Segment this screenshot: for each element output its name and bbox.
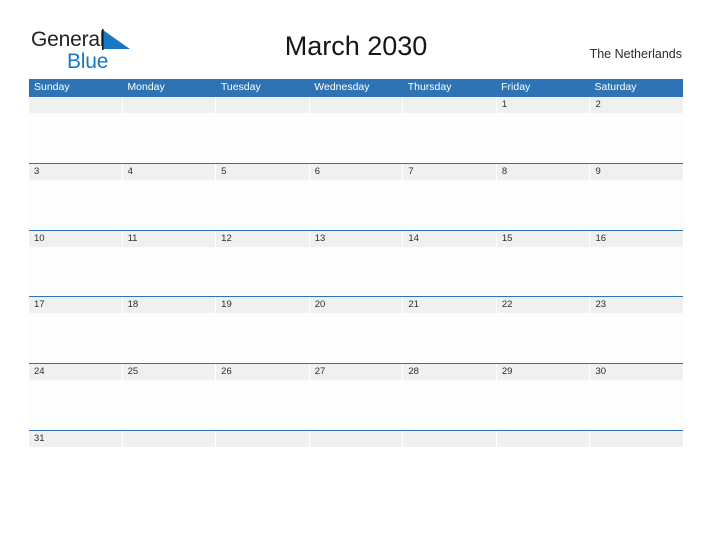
week-row: 24 25 26 27 28 29 30 <box>29 363 684 431</box>
weekday-header-thursday: Thursday <box>407 81 452 93</box>
weekday-header-monday: Monday <box>127 81 165 93</box>
week-row: 1 2 <box>29 96 684 163</box>
day-cell[interactable]: 9 <box>589 163 684 180</box>
date-strip: 3 4 5 6 7 8 9 <box>29 163 684 180</box>
day-cell[interactable]: 6 <box>308 163 403 180</box>
day-cell[interactable] <box>589 430 684 447</box>
day-cell[interactable]: 30 <box>589 364 684 381</box>
weekday-header-sunday: Sunday <box>34 81 70 93</box>
week-notes-area[interactable] <box>29 313 683 364</box>
day-cell[interactable]: 11 <box>121 230 216 247</box>
day-cell[interactable] <box>215 430 309 447</box>
day-cell[interactable]: 31 <box>29 430 122 447</box>
day-cell[interactable]: 7 <box>402 163 496 180</box>
weekday-header-row: Sunday Monday Tuesday Wednesday Thursday… <box>29 79 683 96</box>
date-strip: 24 25 26 27 28 29 30 <box>29 364 684 381</box>
week-row: 31 <box>29 429 684 454</box>
day-cell[interactable]: 8 <box>495 163 590 180</box>
day-cell[interactable]: 27 <box>308 364 403 381</box>
weekday-header-friday: Friday <box>501 81 531 93</box>
day-cell[interactable]: 16 <box>589 230 684 247</box>
week-notes-area[interactable] <box>29 113 683 163</box>
day-cell[interactable]: 5 <box>215 163 309 180</box>
weekday-header-saturday: Saturday <box>594 81 637 93</box>
day-cell[interactable]: 25 <box>121 364 216 381</box>
weekday-header-wednesday: Wednesday <box>314 81 370 93</box>
day-cell[interactable]: 18 <box>121 297 216 314</box>
day-cell[interactable]: 4 <box>121 163 216 180</box>
week-notes-area[interactable] <box>29 179 683 230</box>
day-cell[interactable] <box>215 97 309 113</box>
region-label: The Netherlands <box>589 47 682 61</box>
weekday-header-tuesday: Tuesday <box>220 81 261 93</box>
page-header: General Blue March 2030 The Netherlands <box>0 0 712 72</box>
week-notes-area[interactable] <box>29 380 683 431</box>
week-notes-area[interactable] <box>29 246 683 297</box>
day-cell[interactable] <box>29 97 122 113</box>
calendar-table: Sunday Monday Tuesday Wednesday Thursday… <box>29 79 684 454</box>
day-cell[interactable] <box>121 430 216 447</box>
day-cell[interactable]: 19 <box>215 297 309 314</box>
day-cell[interactable]: 21 <box>402 297 496 314</box>
day-cell[interactable]: 13 <box>308 230 403 247</box>
day-cell[interactable]: 12 <box>215 230 309 247</box>
day-cell[interactable]: 29 <box>495 364 590 381</box>
day-cell[interactable]: 26 <box>215 364 309 381</box>
day-cell[interactable]: 24 <box>29 364 122 381</box>
week-row: 3 4 5 6 7 8 9 <box>29 162 684 230</box>
day-cell[interactable] <box>308 430 403 447</box>
day-cell[interactable]: 20 <box>308 297 403 314</box>
day-cell[interactable] <box>402 430 496 447</box>
day-cell[interactable]: 2 <box>589 97 684 113</box>
day-cell[interactable]: 3 <box>29 163 122 180</box>
day-cell[interactable]: 17 <box>29 297 122 314</box>
week-row: 17 18 19 20 21 22 23 <box>29 296 684 364</box>
day-cell[interactable]: 1 <box>495 97 590 113</box>
day-cell[interactable] <box>402 97 496 113</box>
day-cell[interactable]: 10 <box>29 230 122 247</box>
date-strip: 10 11 12 13 14 15 16 <box>29 230 684 247</box>
date-strip: 31 <box>29 430 684 447</box>
day-cell[interactable] <box>495 430 590 447</box>
date-strip: 17 18 19 20 21 22 23 <box>29 297 684 314</box>
day-cell[interactable]: 22 <box>495 297 590 314</box>
week-row: 10 11 12 13 14 15 16 <box>29 229 684 297</box>
day-cell[interactable]: 28 <box>402 364 496 381</box>
day-cell[interactable] <box>308 97 403 113</box>
day-cell[interactable] <box>121 97 216 113</box>
day-cell[interactable]: 23 <box>589 297 684 314</box>
day-cell[interactable]: 14 <box>402 230 496 247</box>
date-strip: 1 2 <box>29 97 684 113</box>
day-cell[interactable]: 15 <box>495 230 590 247</box>
